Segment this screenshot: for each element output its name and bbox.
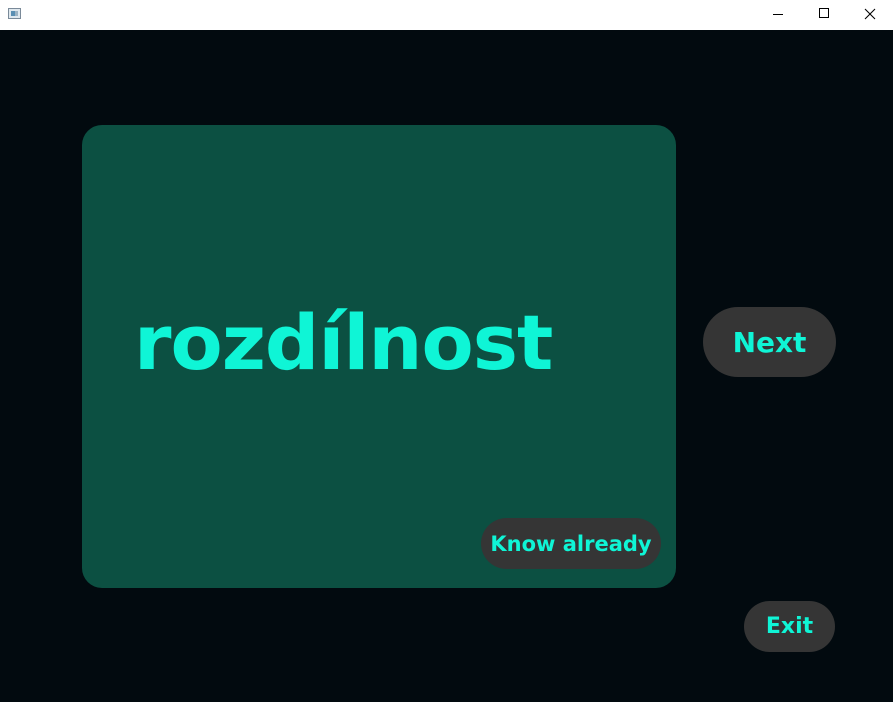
- next-button[interactable]: Next: [703, 307, 836, 377]
- flashcard-word: rozdílnost: [134, 298, 553, 387]
- minimize-icon: [773, 14, 783, 15]
- maximize-button[interactable]: [801, 0, 847, 30]
- app-window-icon: [8, 8, 21, 19]
- title-bar: [0, 0, 893, 30]
- exit-button[interactable]: Exit: [744, 601, 835, 652]
- app-window: rozdílnost Know already Next Exit: [0, 0, 893, 702]
- close-button[interactable]: [847, 0, 893, 30]
- minimize-button[interactable]: [755, 0, 801, 30]
- flashcard: rozdílnost Know already: [82, 125, 676, 588]
- know-already-button[interactable]: Know already: [481, 518, 661, 569]
- maximize-icon: [819, 8, 829, 18]
- close-icon: [864, 8, 876, 20]
